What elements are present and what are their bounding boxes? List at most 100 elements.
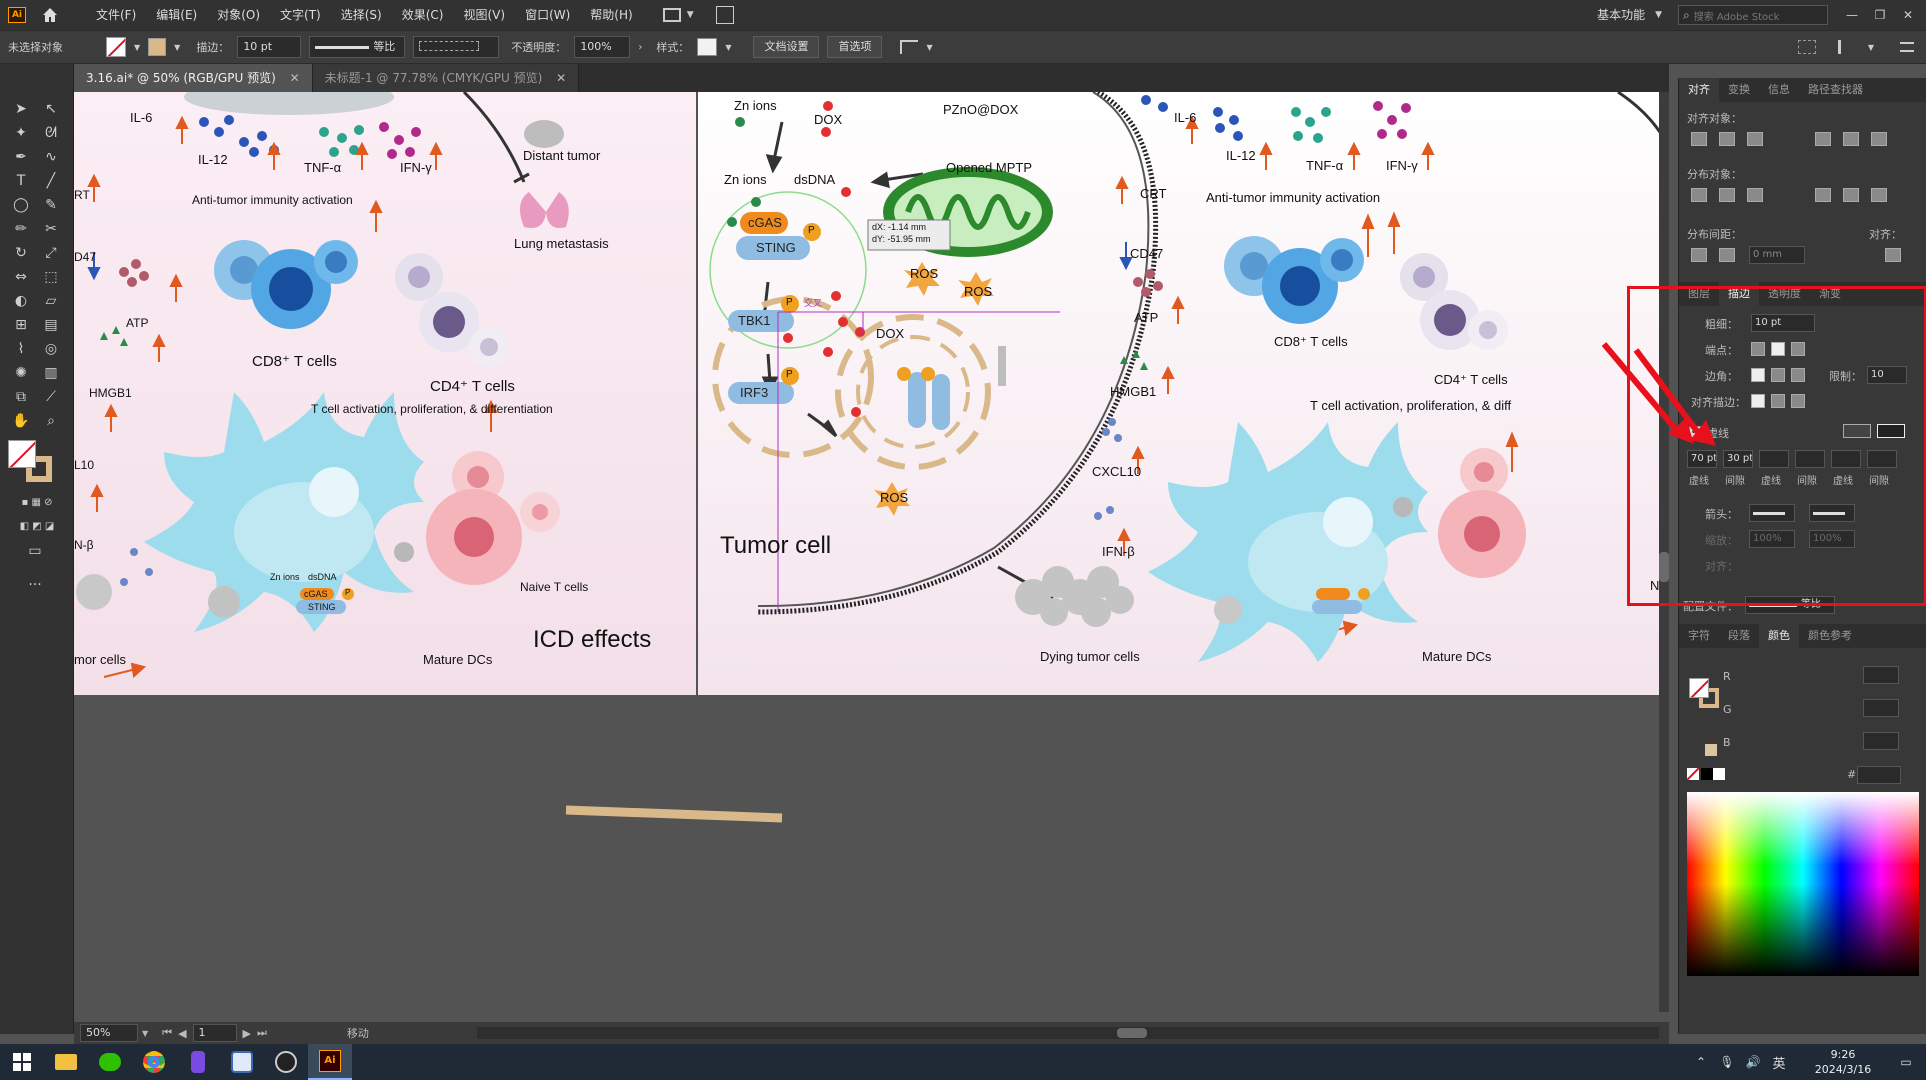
canvas[interactable]: IL-6 IL-12 TNF-α IFN-γ Distant tumor Lun… <box>74 92 1669 1034</box>
tab-align[interactable]: 对齐 <box>1679 78 1719 102</box>
perspective-icon[interactable]: ▱ <box>40 290 62 312</box>
minimize-icon[interactable]: — <box>1838 8 1866 22</box>
wechat-icon[interactable] <box>88 1044 132 1080</box>
selection-tool-icon[interactable]: ➤ <box>10 98 32 120</box>
screen-mode-icon[interactable]: ▭ <box>20 540 50 562</box>
arrange-icon[interactable] <box>1797 40 1816 54</box>
distribute-vcenter-icon[interactable] <box>1719 188 1735 202</box>
rotate-icon[interactable]: ↻ <box>10 242 32 264</box>
tab-paragraph[interactable]: 段落 <box>1719 624 1759 648</box>
curvature-tool-icon[interactable]: ∿ <box>40 146 62 168</box>
color-spectrum[interactable] <box>1687 792 1919 976</box>
hand-tool-icon[interactable]: ✋ <box>10 410 32 432</box>
spacing-input[interactable]: 0 mm <box>1749 246 1805 264</box>
tab-document-untitled[interactable]: 未标题-1 @ 77.78% (CMYK/GPU 预览) ✕ <box>312 64 580 92</box>
distribute-hcenter-icon[interactable] <box>1843 188 1859 202</box>
app-purple-icon[interactable] <box>176 1044 220 1080</box>
tab-color-guide[interactable]: 颜色参考 <box>1799 624 1861 648</box>
align-right-icon[interactable] <box>1747 132 1763 146</box>
close-icon[interactable]: ✕ <box>556 71 566 85</box>
artboard-1[interactable]: IL-6 IL-12 TNF-α IFN-γ Distant tumor Lun… <box>74 92 696 695</box>
scale-icon[interactable]: ⤢ <box>40 242 62 264</box>
style-swatch[interactable] <box>697 38 718 56</box>
line-tool-icon[interactable]: ╱ <box>40 170 62 192</box>
color-fill-stroke-widget[interactable] <box>1689 678 1719 708</box>
first-artboard-icon[interactable]: ⏮ <box>162 1026 172 1040</box>
stroke-weight-input[interactable]: 10 pt <box>237 36 302 58</box>
scrollbar-thumb[interactable] <box>1116 1028 1147 1038</box>
brush-definition-select[interactable] <box>413 36 500 58</box>
chevron-down-icon[interactable]: ▼ <box>1655 10 1662 20</box>
menu-view[interactable]: 视图(V) <box>453 0 515 30</box>
graph-icon[interactable]: ▥ <box>40 362 62 384</box>
stroke-profile-select[interactable]: 等比 <box>309 36 406 58</box>
chevron-right-icon[interactable]: › <box>638 42 642 53</box>
align-hcenter-icon[interactable] <box>1719 132 1735 146</box>
white-swatch[interactable] <box>1713 768 1725 780</box>
spacing-vertical-icon[interactable] <box>1691 248 1707 262</box>
restore-icon[interactable]: ❐ <box>1866 8 1894 22</box>
lasso-icon[interactable]: ᘛ <box>40 122 62 144</box>
next-artboard-icon[interactable]: ▶ <box>243 1027 251 1040</box>
app-record-icon[interactable] <box>264 1044 308 1080</box>
black-swatch[interactable] <box>1701 768 1713 780</box>
symbol-sprayer-icon[interactable]: ✺ <box>10 362 32 384</box>
chevron-down-icon[interactable]: ▼ <box>142 1029 148 1038</box>
distribute-left-icon[interactable] <box>1815 188 1831 202</box>
opacity-input[interactable]: 100% <box>574 36 631 58</box>
menu-file[interactable]: 文件(F) <box>86 0 146 30</box>
notification-icon[interactable]: ▭ <box>1886 1055 1926 1069</box>
b-input[interactable] <box>1863 732 1899 750</box>
pen-tool-icon[interactable]: ✒ <box>10 146 32 168</box>
slice-icon[interactable]: ⟋ <box>40 386 62 408</box>
zoom-level-select[interactable]: 50% <box>80 1024 138 1042</box>
preferences-button[interactable]: 首选项 <box>827 36 883 58</box>
stock-search[interactable]: ⌕ 搜索 Adobe Stock <box>1678 5 1828 25</box>
close-icon[interactable]: ✕ <box>290 71 300 85</box>
menu-icon[interactable] <box>1900 42 1914 52</box>
align-vcenter-icon[interactable] <box>1843 132 1859 146</box>
chrome-icon[interactable] <box>132 1044 176 1080</box>
chevron-down-icon[interactable]: ▼ <box>687 10 694 20</box>
none-swatch[interactable] <box>1687 768 1699 780</box>
selected-stroke-path[interactable] <box>564 802 804 832</box>
tray-chevron-icon[interactable]: ⌃ <box>1688 1055 1714 1069</box>
magic-wand-icon[interactable]: ✦ <box>10 122 32 144</box>
microphone-icon[interactable]: 🎙 <box>1714 1055 1740 1069</box>
mesh-icon[interactable]: ⊞ <box>10 314 32 336</box>
illustrator-icon[interactable]: Ai <box>308 1044 352 1080</box>
menu-help[interactable]: 帮助(H) <box>580 0 642 30</box>
tab-color[interactable]: 颜色 <box>1759 624 1799 648</box>
zoom-icon[interactable]: ⌕ <box>40 410 62 432</box>
menu-effect[interactable]: 效果(C) <box>392 0 454 30</box>
menu-type[interactable]: 文字(T) <box>270 0 331 30</box>
ime-indicator[interactable]: 英 <box>1766 1053 1792 1072</box>
chevron-down-icon[interactable]: ▼ <box>725 43 731 52</box>
home-icon[interactable] <box>40 5 60 25</box>
stroke-swatch[interactable] <box>148 38 167 56</box>
transform-icon[interactable] <box>1837 40 1856 54</box>
paintbrush-icon[interactable]: ✎ <box>40 194 62 216</box>
artboard-2[interactable]: Zn ions DOX PZnO@DOX Zn ions dsDNA Opene… <box>698 92 1669 695</box>
type-tool-icon[interactable]: T <box>10 170 32 192</box>
blend-icon[interactable]: ◎ <box>40 338 62 360</box>
volume-icon[interactable]: 🔊 <box>1740 1055 1766 1069</box>
gpu-preview-icon[interactable] <box>715 6 734 24</box>
chevron-down-icon[interactable]: ▼ <box>1868 43 1874 52</box>
scissors-icon[interactable]: ✂ <box>40 218 62 240</box>
tab-transform[interactable]: 变换 <box>1719 78 1759 102</box>
width-tool-icon[interactable]: ⇔ <box>10 266 32 288</box>
artboard-number-input[interactable]: 1 <box>192 1024 237 1042</box>
draw-mode-icons[interactable]: ◧ ◩ ◪ <box>10 516 64 538</box>
artboard-tool-icon[interactable]: ⧉ <box>10 386 32 408</box>
distribute-top-icon[interactable] <box>1691 188 1707 202</box>
fill-box[interactable] <box>8 440 36 468</box>
align-icon[interactable] <box>900 40 919 54</box>
menu-window[interactable]: 窗口(W) <box>515 0 580 30</box>
close-icon[interactable]: ✕ <box>1894 8 1922 22</box>
gradient-icon[interactable]: ▤ <box>40 314 62 336</box>
tab-document-active[interactable]: 3.16.ai* @ 50% (RGB/GPU 预览) ✕ <box>74 64 313 92</box>
chevron-down-icon[interactable]: ▼ <box>174 43 180 52</box>
hex-input[interactable] <box>1857 766 1901 784</box>
r-input[interactable] <box>1863 666 1899 684</box>
